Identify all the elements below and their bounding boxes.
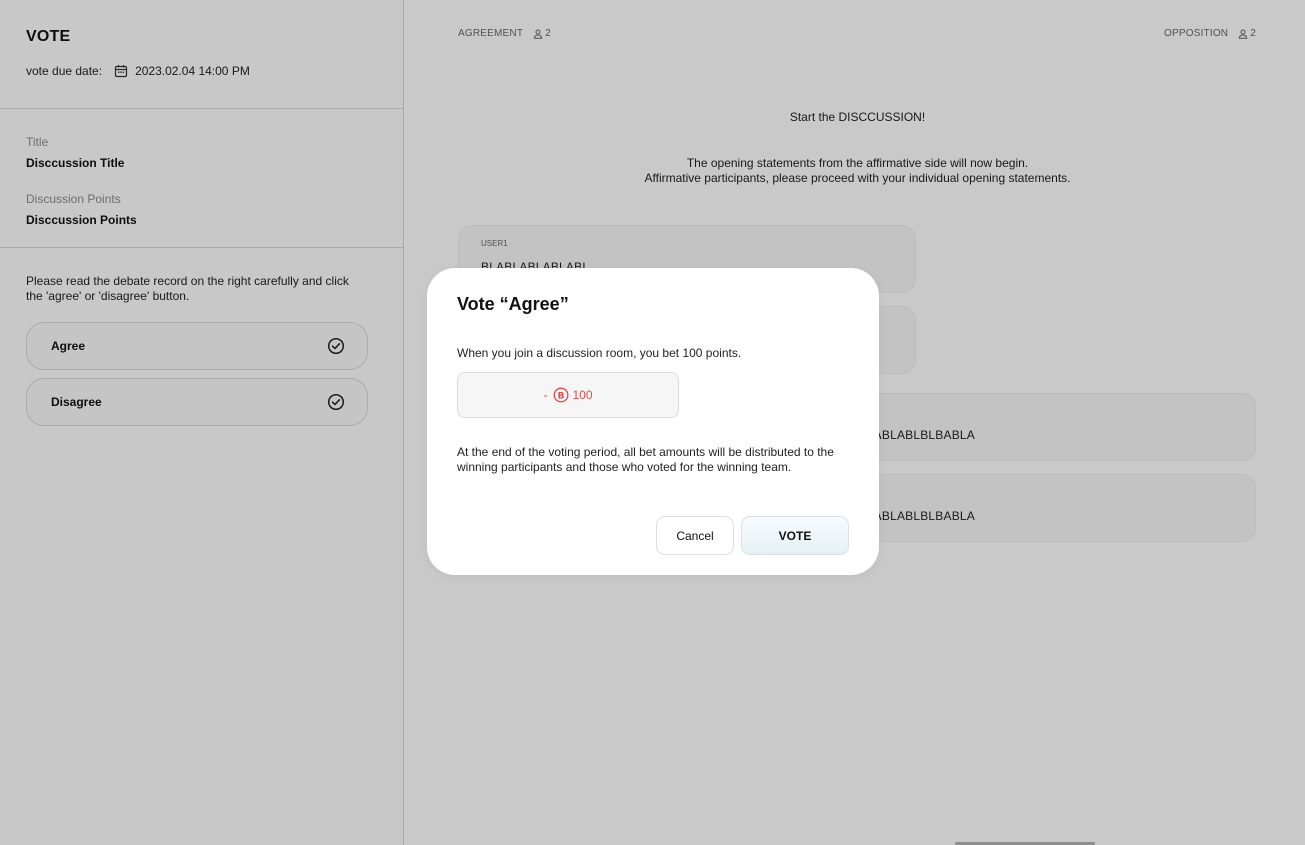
bet-sign: - [543, 388, 548, 402]
vote-confirm-modal: Vote “Agree” When you join a discussion … [427, 268, 879, 575]
distribution-description: At the end of the voting period, all bet… [457, 445, 834, 474]
modal-title: Vote “Agree” [457, 294, 569, 314]
bet-amount-display: - B 100 [457, 372, 679, 418]
vote-button[interactable]: VOTE [741, 516, 849, 555]
bet-amount: 100 [572, 388, 593, 402]
bet-description: When you join a discussion room, you bet… [457, 346, 742, 360]
svg-text:B: B [558, 391, 565, 401]
cancel-button[interactable]: Cancel [656, 516, 734, 555]
coin-icon: B [553, 387, 569, 403]
